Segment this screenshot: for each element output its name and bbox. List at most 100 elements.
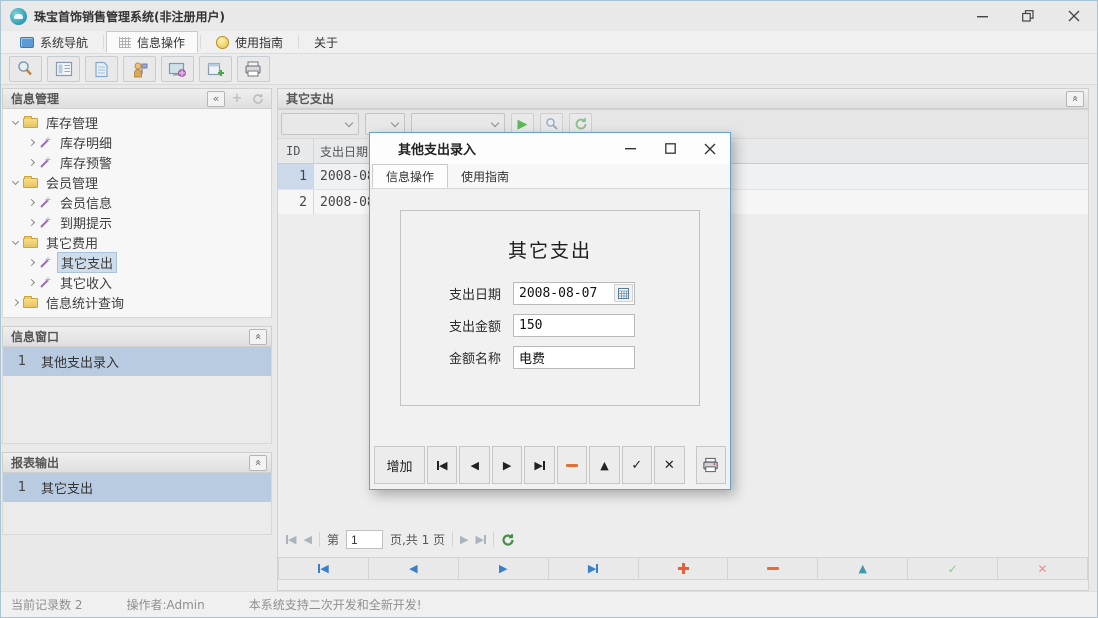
wand-icon: [40, 136, 51, 148]
filter-field-select[interactable]: [281, 113, 359, 135]
collapse-up-button[interactable]: «: [249, 328, 267, 345]
wand-icon: [40, 196, 51, 208]
menu-item-info-ops[interactable]: 信息操作: [106, 31, 199, 53]
print-button[interactable]: [237, 56, 270, 82]
export-button[interactable]: [199, 56, 232, 82]
dialog-title-bar: 其他支出录入: [370, 133, 730, 164]
dialog-confirm-button[interactable]: ✓: [621, 446, 653, 484]
app-window: 珠宝首饰销售管理系统(非注册用户) 系统导航 信息操作 使用指南 关于 信息管理…: [0, 0, 1098, 618]
nav-prev-button[interactable]: ◀: [369, 558, 459, 579]
tree-node-other-income[interactable]: 其它收入: [3, 272, 271, 292]
dialog-delete-button[interactable]: [556, 446, 588, 484]
list-index: 1: [17, 480, 27, 495]
tree-node-inventory-alert[interactable]: 库存预警: [3, 152, 271, 172]
wand-icon: [40, 156, 51, 168]
chevron-right-icon: [27, 258, 36, 266]
restore-button[interactable]: [1005, 1, 1051, 31]
search-icon: [18, 61, 32, 76]
cell-id: 2: [278, 190, 314, 214]
list-item[interactable]: 1 其它支出: [3, 473, 271, 502]
dialog-title: 其他支出录入: [398, 143, 477, 158]
info-window-list: 1 其他支出录入: [2, 347, 272, 444]
collapse-up-button[interactable]: «: [249, 454, 267, 471]
nav-next-button[interactable]: ▶: [459, 558, 549, 579]
user-flag-icon: [133, 62, 147, 77]
close-button[interactable]: [1051, 1, 1097, 31]
collapse-left-button[interactable]: «: [207, 90, 225, 107]
add-icon[interactable]: +: [228, 91, 246, 107]
tree-node-inventory[interactable]: 库存管理: [3, 112, 271, 132]
expense-amount-input[interactable]: [513, 314, 635, 337]
dialog-next-button[interactable]: ▶: [491, 446, 523, 484]
tree-node-statistics[interactable]: 信息统计查询: [3, 292, 271, 312]
calendar-icon: [618, 287, 629, 299]
printer-icon: [703, 457, 718, 473]
wand-icon: [40, 256, 51, 268]
grid-header-id[interactable]: ID: [278, 139, 314, 163]
document-button[interactable]: [85, 56, 118, 82]
cell-id: 1: [278, 164, 314, 189]
content-panel-header: 其它支出 «: [277, 88, 1089, 109]
tree-node-member-info[interactable]: 会员信息: [3, 192, 271, 212]
dialog-print-button[interactable]: [695, 446, 726, 484]
menu-item-about[interactable]: 关于: [301, 31, 351, 53]
add-record-button[interactable]: 增加: [374, 446, 426, 484]
tree-label: 其它费用: [46, 236, 99, 252]
menu-item-system-nav[interactable]: 系统导航: [7, 31, 101, 53]
tree-node-other-fees[interactable]: 其它费用: [3, 232, 271, 252]
clock-icon: [216, 35, 230, 49]
tree-label: 信息统计查询: [46, 296, 125, 312]
dialog-prev-button[interactable]: ◀: [459, 446, 490, 484]
dialog-tab-guide[interactable]: 使用指南: [448, 164, 522, 188]
refresh-icon[interactable]: [249, 91, 267, 107]
dialog-first-button[interactable]: ◀: [427, 446, 458, 484]
tree-label: 会员管理: [46, 176, 99, 192]
dialog-close-button[interactable]: [690, 133, 730, 164]
list-view-button[interactable]: [47, 56, 80, 82]
record-delete-button[interactable]: [728, 558, 819, 579]
first-page-button[interactable]: ◀: [286, 533, 296, 546]
tree-node-members[interactable]: 会员管理: [3, 172, 271, 192]
record-post-button[interactable]: ✓: [908, 558, 999, 579]
nav-first-button[interactable]: ◀: [279, 558, 369, 579]
next-page-button[interactable]: ▶: [460, 533, 468, 546]
menu-item-guide[interactable]: 使用指南: [203, 31, 296, 53]
window-add-icon: [207, 62, 224, 76]
tree-node-expiry-reminder[interactable]: 到期提示: [3, 212, 271, 232]
user-button[interactable]: [123, 56, 156, 82]
list-item[interactable]: 1 其他支出录入: [3, 347, 271, 376]
collapse-up-button[interactable]: «: [1066, 90, 1084, 107]
screen-button[interactable]: [161, 56, 194, 82]
calendar-dropdown-button[interactable]: [614, 284, 633, 302]
dialog-cancel-button[interactable]: ✕: [654, 446, 685, 484]
folder-icon: [23, 296, 38, 308]
dialog-last-button[interactable]: ▶: [524, 446, 555, 484]
expense-name-input[interactable]: [513, 346, 635, 369]
search-button[interactable]: [9, 56, 42, 82]
menu-separator: [103, 35, 105, 49]
minimize-button[interactable]: [959, 1, 1005, 31]
last-page-button[interactable]: ▶: [476, 533, 486, 546]
record-cancel-button[interactable]: ✕: [998, 558, 1087, 579]
record-edit-button[interactable]: ▲: [818, 558, 909, 579]
dialog-edit-button[interactable]: ▲: [589, 446, 620, 484]
tree-label: 其它支出: [57, 251, 118, 273]
menu-label: 信息操作: [137, 35, 186, 50]
reload-button[interactable]: [501, 533, 515, 547]
nav-last-button[interactable]: ▶: [549, 558, 639, 579]
tree-node-other-expense[interactable]: 其它支出: [3, 251, 271, 273]
record-add-button[interactable]: [639, 558, 729, 579]
dialog-minimize-button[interactable]: [610, 133, 650, 164]
dialog-tab-bar: 信息操作 使用指南: [370, 164, 730, 189]
page-number-input[interactable]: [345, 530, 383, 549]
record-count-label: 当前记录数 2: [11, 598, 83, 612]
divider: [452, 532, 454, 547]
dialog-maximize-button[interactable]: [650, 133, 690, 164]
minus-icon: [566, 463, 578, 467]
status-bar: 当前记录数 2 操作者:Admin 本系统支持二次开发和全新开发!: [1, 591, 1097, 617]
menu-separator: [200, 35, 202, 49]
page-total-label: 页,共 1 页: [389, 533, 446, 547]
tree-node-inventory-detail[interactable]: 库存明细: [3, 132, 271, 152]
prev-page-button[interactable]: ◀: [303, 533, 311, 546]
dialog-tab-info-ops[interactable]: 信息操作: [372, 164, 449, 188]
